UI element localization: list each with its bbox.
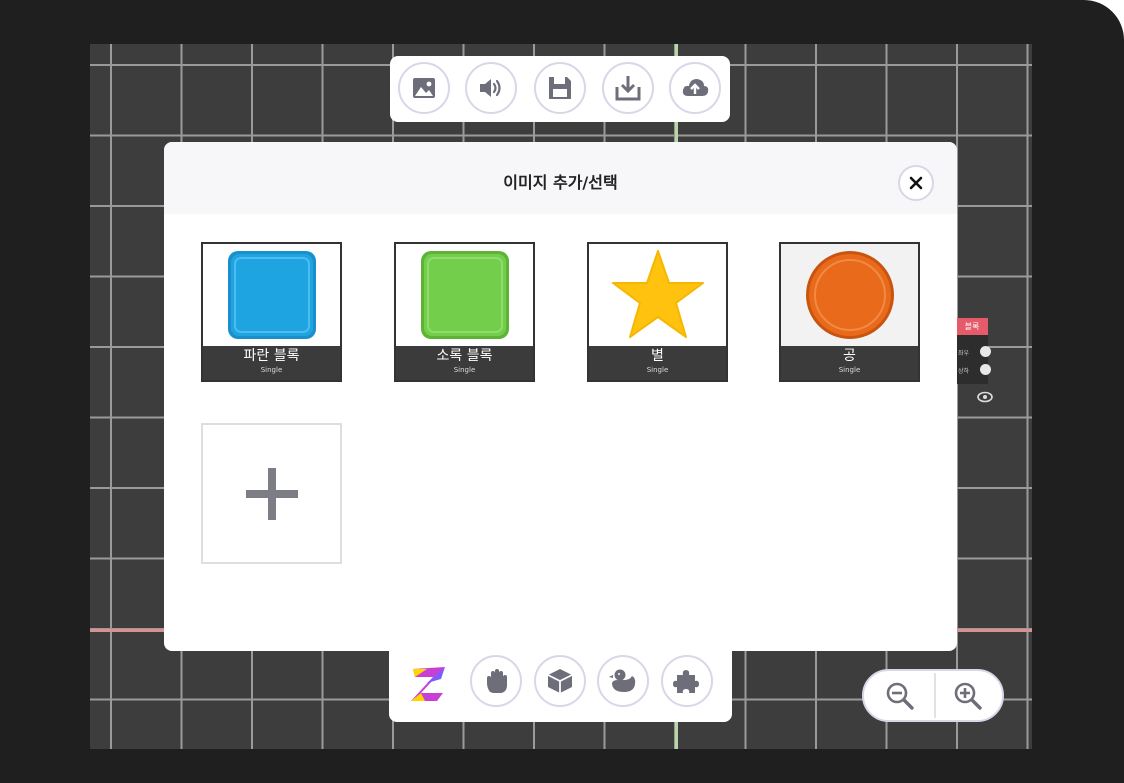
zoom-out-icon — [886, 682, 914, 710]
image-button[interactable] — [398, 62, 450, 114]
asset-type: Single — [453, 366, 476, 374]
save-icon — [549, 77, 571, 99]
asset-tile-blue-block[interactable]: 파란 블록 Single — [201, 242, 342, 382]
asset-caption: 파란 블록 Single — [203, 346, 340, 380]
zoom-out-button[interactable] — [880, 677, 920, 715]
asset-name: 별 — [651, 348, 664, 364]
flip-vertical-row: 상하 — [956, 363, 991, 377]
duck-icon — [609, 669, 636, 692]
hand-icon — [487, 669, 507, 693]
asset-caption: 별 Single — [589, 346, 726, 380]
add-image-button[interactable] — [201, 423, 342, 564]
device-frame: 블록 좌우 상하 이미지 추가/선택 파란 블록 Single 소록 블록 Si… — [0, 0, 1124, 783]
image-picker-modal: 이미지 추가/선택 파란 블록 Single 소록 블록 Single 별 Si… — [164, 142, 957, 651]
asset-thumbnail — [396, 244, 533, 346]
asset-tile-green-block[interactable]: 소록 블록 Single — [394, 242, 535, 382]
asset-tile-ball[interactable]: 공 Single — [779, 242, 920, 382]
asset-caption: 공 Single — [781, 346, 918, 380]
zoom-in-icon — [954, 682, 982, 710]
asset-name: 공 — [843, 348, 856, 364]
hand-tool-button[interactable] — [470, 655, 522, 707]
asset-name: 파란 블록 — [243, 348, 300, 364]
green-block-image — [420, 251, 509, 339]
flip-horizontal-label: 좌우 — [958, 350, 970, 357]
close-button[interactable] — [898, 165, 934, 201]
object-button[interactable] — [534, 655, 586, 707]
flip-vertical-toggle[interactable] — [980, 364, 991, 375]
plus-icon — [245, 467, 298, 520]
sound-icon — [480, 79, 501, 97]
flip-horizontal-toggle[interactable] — [980, 346, 991, 357]
sound-button[interactable] — [465, 62, 517, 114]
asset-type: Single — [838, 366, 861, 374]
image-icon — [413, 78, 435, 98]
zoom-controls — [862, 669, 1004, 722]
cloud-upload-button[interactable] — [669, 62, 721, 114]
save-button[interactable] — [534, 62, 586, 114]
download-button[interactable] — [602, 62, 654, 114]
top-toolbar — [390, 56, 730, 122]
ball-image — [805, 251, 894, 339]
asset-caption: 소록 블록 Single — [396, 346, 533, 380]
flip-horizontal-row: 좌우 — [956, 345, 991, 359]
asset-thumbnail — [203, 244, 340, 346]
puzzle-icon — [673, 670, 699, 693]
object-tag: 블록 — [956, 318, 988, 335]
modal-title: 이미지 추가/선택 — [503, 173, 618, 192]
blue-block-image — [227, 251, 316, 339]
download-icon — [615, 76, 641, 101]
asset-tile-star[interactable]: 별 Single — [587, 242, 728, 382]
cloud-upload-icon — [682, 79, 709, 96]
zoom-divider — [934, 673, 936, 718]
character-button[interactable] — [597, 655, 649, 707]
asset-type: Single — [646, 366, 669, 374]
extension-button[interactable] — [661, 655, 713, 707]
object-property-panel: 블록 좌우 상하 — [956, 318, 991, 384]
asset-name: 소록 블록 — [436, 348, 493, 364]
close-icon — [909, 176, 923, 190]
modal-header: 이미지 추가/선택 — [164, 142, 957, 214]
asset-type: Single — [260, 366, 283, 374]
bottom-toolbar — [389, 651, 732, 722]
eye-icon[interactable] — [976, 390, 994, 404]
logo[interactable] — [407, 663, 451, 705]
asset-thumbnail — [781, 244, 918, 346]
star-image — [611, 250, 704, 338]
cube-icon — [547, 669, 573, 693]
zoom-in-button[interactable] — [948, 677, 988, 715]
flip-vertical-label: 상하 — [958, 368, 970, 375]
asset-thumbnail — [589, 244, 726, 346]
